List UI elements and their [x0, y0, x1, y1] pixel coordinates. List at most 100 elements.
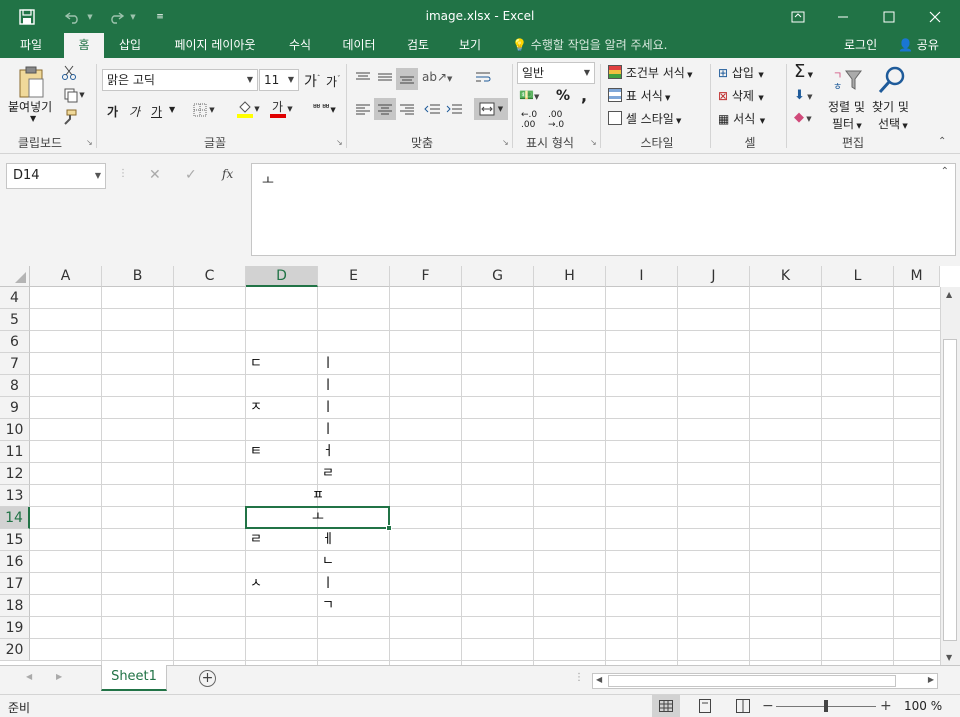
column-header-d[interactable]: D — [246, 266, 318, 287]
share-button[interactable]: 👤 공유 — [898, 33, 939, 57]
align-top-icon[interactable] — [354, 68, 372, 86]
column-header-g[interactable]: G — [462, 266, 534, 287]
zoom-out-button[interactable]: − — [762, 698, 774, 714]
cell-e7[interactable]: ㅣ — [322, 353, 334, 375]
confirm-entry-icon[interactable]: ✓ — [185, 167, 197, 183]
font-name-select[interactable]: 맑은 고딕 ▼ — [102, 69, 258, 91]
cell-e8[interactable]: ㅣ — [322, 375, 334, 397]
select-all-corner[interactable] — [0, 266, 30, 287]
align-right-icon[interactable] — [398, 100, 416, 118]
insert-cells-button[interactable]: ⊞ 삽입 ▼ — [718, 64, 764, 81]
tell-me-box[interactable]: 💡 수행할 작업을 알려 주세요. — [512, 33, 667, 58]
tab-home[interactable]: 홈 — [64, 33, 104, 58]
phonetic-icon[interactable]: ᄈᄈ▼ — [312, 100, 336, 115]
paste-button[interactable]: 붙여넣기 — [8, 98, 52, 115]
insert-function-button[interactable]: fx — [222, 167, 233, 181]
cell-styles-button[interactable]: 셀 스타일 ▼ — [608, 110, 681, 127]
increase-indent-icon[interactable] — [444, 100, 464, 118]
row-header-6[interactable]: 6 — [0, 331, 30, 353]
cut-icon[interactable] — [60, 64, 78, 82]
cell-e17[interactable]: ㅣ — [322, 573, 334, 595]
sort-filter-icon[interactable]: ㄱㅎ — [830, 66, 864, 94]
vertical-scrollbar[interactable]: ▲ ▼ — [940, 287, 960, 665]
italic-button[interactable]: 가 — [129, 103, 140, 120]
align-bottom-icon[interactable] — [396, 68, 418, 90]
row-header-5[interactable]: 5 — [0, 309, 30, 331]
delete-cells-button[interactable]: ⊠ 삭제 ▼ — [718, 87, 764, 104]
cell-e10[interactable]: ㅣ — [322, 419, 334, 441]
horizontal-scrollbar[interactable]: ◀ ▶ — [592, 673, 938, 689]
fill-handle[interactable] — [386, 525, 392, 531]
font-launcher-icon[interactable]: ↘ — [336, 138, 343, 147]
page-break-view-icon[interactable] — [736, 699, 750, 716]
column-header-c[interactable]: C — [174, 266, 246, 287]
copy-icon[interactable]: ▼ — [60, 86, 88, 104]
tab-formulas[interactable]: 수식 — [280, 33, 320, 58]
cancel-entry-icon[interactable]: ✕ — [149, 167, 161, 183]
scroll-thumb[interactable] — [943, 339, 957, 641]
cell-e16[interactable]: ㄴ — [322, 551, 334, 573]
wrap-text-icon[interactable] — [474, 68, 494, 88]
row-header-10[interactable]: 10 — [0, 419, 30, 441]
horizontal-scroll-thumb[interactable] — [608, 675, 896, 687]
cell-d13[interactable]: ㅍ — [246, 485, 390, 507]
decrease-font-icon[interactable]: 가ˇ — [326, 73, 341, 90]
font-color-icon[interactable]: 가 ▼ — [266, 98, 296, 120]
column-header-a[interactable]: A — [30, 266, 102, 287]
tab-data[interactable]: 데이터 — [334, 33, 384, 58]
merge-center-icon[interactable]: ▼ — [474, 98, 508, 120]
underline-dropdown-icon[interactable]: ▼ — [169, 105, 175, 114]
row-header-12[interactable]: 12 — [0, 463, 30, 485]
row-header-18[interactable]: 18 — [0, 595, 30, 617]
cell-e11[interactable]: ㅓ — [322, 441, 334, 463]
row-header-20[interactable]: 20 — [0, 639, 30, 661]
next-sheet-icon[interactable]: ▶ — [56, 672, 62, 681]
scroll-right-icon[interactable]: ▶ — [928, 675, 934, 684]
cell-e15[interactable]: ㅔ — [322, 529, 334, 551]
number-launcher-icon[interactable]: ↘ — [590, 138, 597, 147]
alignment-launcher-icon[interactable]: ↘ — [502, 138, 509, 147]
prev-sheet-icon[interactable]: ◀ — [26, 672, 32, 681]
row-header-4[interactable]: 4 — [0, 287, 30, 309]
cell-d11[interactable]: ㅌ — [250, 441, 262, 463]
find-select-icon[interactable] — [876, 64, 908, 96]
cell-d7[interactable]: ㄷ — [250, 353, 262, 375]
scroll-down-icon[interactable]: ▼ — [946, 653, 952, 662]
row-header-11[interactable]: 11 — [0, 441, 30, 463]
conditional-formatting-button[interactable]: 조건부 서식 ▼ — [608, 64, 692, 81]
name-box[interactable]: D14 ▼ — [6, 163, 106, 189]
column-header-i[interactable]: I — [606, 266, 678, 287]
paste-dropdown-icon[interactable]: ▼ — [30, 114, 36, 123]
zoom-level[interactable]: 100 % — [904, 699, 942, 713]
column-header-f[interactable]: F — [390, 266, 462, 287]
align-center-icon[interactable] — [374, 98, 396, 120]
borders-icon[interactable]: ▼ — [190, 100, 218, 120]
collapse-ribbon-icon[interactable]: ⌃ — [938, 136, 946, 147]
sheet-tab-sheet1[interactable]: Sheet1 — [101, 665, 167, 691]
column-header-k[interactable]: K — [750, 266, 822, 287]
tab-file[interactable]: 파일 — [8, 33, 54, 58]
paste-icon[interactable] — [14, 64, 48, 100]
page-layout-view-icon[interactable] — [698, 699, 712, 716]
cell-e12[interactable]: ㄹ — [322, 463, 334, 485]
find-select-button[interactable]: 찾기 및 선택 ▼ — [872, 98, 909, 132]
format-as-table-button[interactable]: 표 서식 ▼ — [608, 87, 670, 104]
font-size-select[interactable]: 11 ▼ — [259, 69, 299, 91]
row-header-19[interactable]: 19 — [0, 617, 30, 639]
column-header-m[interactable]: M — [894, 266, 940, 287]
decrease-decimal-icon[interactable]: .00 →.0 — [548, 110, 564, 130]
column-header-h[interactable]: H — [534, 266, 606, 287]
scroll-left-icon[interactable]: ◀ — [596, 675, 602, 684]
row-header-13[interactable]: 13 — [0, 485, 30, 507]
row-header-7[interactable]: 7 — [0, 353, 30, 375]
percent-style-button[interactable]: % — [556, 88, 570, 104]
row-header-17[interactable]: 17 — [0, 573, 30, 595]
cell-e9[interactable]: ㅣ — [322, 397, 334, 419]
new-sheet-button[interactable]: + — [199, 670, 216, 687]
column-header-e[interactable]: E — [318, 266, 390, 287]
orientation-icon[interactable]: ab↗▼ — [422, 70, 452, 84]
row-header-8[interactable]: 8 — [0, 375, 30, 397]
zoom-slider-thumb[interactable] — [824, 700, 828, 712]
row-header-16[interactable]: 16 — [0, 551, 30, 573]
autosum-icon[interactable]: Σ ▼ — [794, 61, 813, 82]
